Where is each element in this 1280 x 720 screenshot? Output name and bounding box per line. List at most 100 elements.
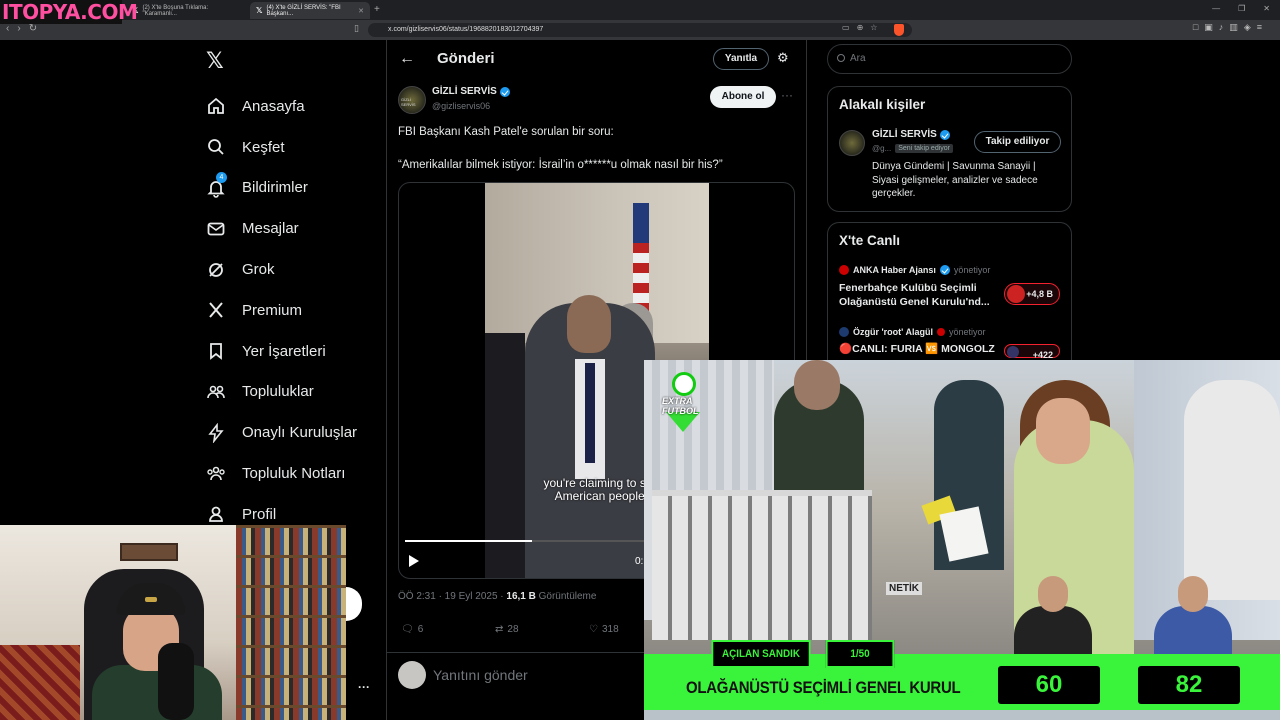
browser-tab-active[interactable]: 𝕏 (4) X'te GİZLİ SERVİS: "FBI Başkanı...… xyxy=(250,2,370,19)
ext-icon[interactable]: □ xyxy=(1193,22,1204,32)
stream-person xyxy=(1184,380,1280,600)
logo-text: EXTRA xyxy=(662,396,693,406)
comment-icon: 🗨 xyxy=(401,624,414,635)
sidebar-item-grok[interactable]: Grok xyxy=(206,249,357,290)
close-tab-icon[interactable]: ✕ xyxy=(358,7,364,15)
bookmark-page-icon[interactable]: ▯ xyxy=(354,23,359,34)
reply-button[interactable]: Yanıtla xyxy=(713,48,769,70)
nav-buttons: ‹ › ↻ xyxy=(6,23,37,34)
minimize-icon[interactable]: — xyxy=(1212,4,1220,13)
handle-text: @g... xyxy=(872,144,892,153)
author-handle[interactable]: @gizliservis06 xyxy=(432,101,490,111)
card-title: X'te Canlı xyxy=(839,233,900,248)
sidebar-item-label: Yer İşaretleri xyxy=(242,342,326,360)
live-listeners[interactable]: +4,8 B xyxy=(1004,283,1060,305)
search-input[interactable]: Ara xyxy=(827,44,1072,74)
live-host[interactable]: Özgür 'root' Alagül yönetiyor xyxy=(839,327,985,337)
candidate-body xyxy=(1154,606,1232,656)
back-nav-icon[interactable]: ‹ xyxy=(6,23,9,34)
forward-nav-icon[interactable]: › xyxy=(17,23,20,34)
more-icon[interactable]: ··· xyxy=(358,680,370,694)
video-person xyxy=(485,333,525,578)
subtitle-line: American people? xyxy=(554,489,652,503)
search-icon xyxy=(837,54,845,62)
itopya-logo: ITOPYA.COM xyxy=(0,0,138,24)
ext-icon[interactable]: ♪ xyxy=(1219,22,1230,32)
author-name[interactable]: GİZLİ SERVİS xyxy=(432,86,510,97)
user-avatar xyxy=(398,661,426,689)
sliders-icon[interactable]: ⚙ xyxy=(777,50,789,66)
live-badge-icon xyxy=(936,328,945,336)
video-progress-fill xyxy=(405,540,532,542)
score-left: 60 xyxy=(998,666,1100,704)
bookmark-icon xyxy=(210,343,222,361)
person-name[interactable]: GİZLİ SERVİS xyxy=(872,129,950,140)
follows-you-badge: Seni takip ediyor xyxy=(895,144,954,153)
views-label: Görüntüleme xyxy=(535,591,597,602)
repost-action[interactable]: ⇄ 28 xyxy=(495,624,589,635)
stream-sign: NETİK xyxy=(886,582,922,595)
more-icon[interactable]: ··· xyxy=(781,88,793,102)
reply-action[interactable]: 🗨 6 xyxy=(401,624,495,635)
brave-shield-icon[interactable] xyxy=(894,24,904,36)
new-tab-icon[interactable]: + xyxy=(374,4,380,15)
verified-badge-icon xyxy=(499,86,510,97)
sidebar-item-notifications[interactable]: 4 Bildirimler xyxy=(206,168,357,209)
notification-badge: 4 xyxy=(216,171,227,183)
heart-icon: ♡ xyxy=(589,624,598,635)
sidebar-item-explore[interactable]: Keşfet xyxy=(206,127,357,168)
maximize-icon[interactable]: ❐ xyxy=(1238,4,1245,13)
listener-count: +4,8 B xyxy=(1026,289,1053,299)
host-role: yönetiyor xyxy=(953,265,991,275)
live-title[interactable]: Fenerbahçe Kulübü Seçimli Olağanüstü Gen… xyxy=(839,282,999,309)
wallet-icon[interactable]: ◈ xyxy=(1244,22,1257,32)
sidebar-item-communities[interactable]: Topluluklar xyxy=(206,372,357,413)
sidebar-item-premium[interactable]: Premium xyxy=(206,290,357,331)
share-icon[interactable]: ▭ xyxy=(842,23,857,32)
sidebar-item-messages[interactable]: Mesajlar xyxy=(206,208,357,249)
url-input[interactable]: x.com/gizliservis06/status/1968820183012… xyxy=(368,23,912,37)
post-timestamp[interactable]: ÖÖ 2:31 · 19 Eyl 2025 · xyxy=(398,591,506,602)
host-avatar xyxy=(839,265,849,275)
grok-icon xyxy=(209,262,223,277)
back-arrow-icon[interactable]: ← xyxy=(399,50,415,68)
candidate-body xyxy=(1014,606,1092,656)
zoom-icon[interactable]: ⊕ xyxy=(857,23,871,32)
webcam-rug xyxy=(0,645,80,720)
menu-icon[interactable]: ≡ xyxy=(1257,22,1268,32)
account-switcher-edge[interactable] xyxy=(346,587,362,621)
ext-icon[interactable]: ▣ xyxy=(1204,22,1219,32)
sidebar-item-bookmarks[interactable]: Yer İşaretleri xyxy=(206,331,357,372)
sidebar-item-label: Anasayfa xyxy=(242,97,305,115)
bookmark-star-icon[interactable]: ☆ xyxy=(870,23,884,32)
live-title[interactable]: 🔴CANLI: FURIA 🆚 MONGOLZ xyxy=(839,343,999,357)
listener-avatar xyxy=(1007,346,1019,358)
screen: ITOPYA.COM 𝕏 (2) X'te Boşuna Tıklama: "K… xyxy=(0,0,1280,720)
candidate-photo-left xyxy=(1004,576,1100,656)
stream-woman-face xyxy=(1036,398,1090,464)
tab-label: (4) X'te GİZLİ SERVİS: "FBI Başkanı... xyxy=(266,4,341,17)
sidebar-item-home[interactable]: Anasayfa xyxy=(206,86,357,127)
x-logo-icon[interactable]: 𝕏 xyxy=(206,48,224,74)
sidebar-item-label: Grok xyxy=(242,261,275,279)
sidebar-icon[interactable]: ▥ xyxy=(1229,22,1244,32)
subscribe-button[interactable]: Abone ol xyxy=(710,86,776,108)
following-button[interactable]: Takip ediliyor xyxy=(974,131,1061,153)
person-avatar[interactable] xyxy=(839,130,865,156)
video-time: 0: xyxy=(635,556,644,567)
reload-icon[interactable]: ↻ xyxy=(29,23,37,34)
play-icon[interactable] xyxy=(409,555,419,567)
browser-tab[interactable]: 𝕏 (2) X'te Boşuna Tıklama: "Karamanlı... xyxy=(126,2,248,19)
reply-input[interactable]: Yanıtını gönder xyxy=(433,667,528,683)
live-host[interactable]: ANKA Haber Ajansı yönetiyor xyxy=(839,265,990,275)
communities-icon xyxy=(207,385,225,399)
person-handle: @g... Seni takip ediyor xyxy=(872,144,954,153)
extension-icons: □▣♪▥◈≡ xyxy=(1193,22,1268,33)
live-listeners[interactable]: +422 xyxy=(1004,344,1060,360)
repost-icon: ⇄ xyxy=(495,624,504,635)
author-avatar[interactable]: GİZLİ SERVİS xyxy=(398,86,426,114)
sidebar-item-verified-orgs[interactable]: Onaylı Kuruluşlar xyxy=(206,412,357,453)
sidebar-item-community-notes[interactable]: Topluluk Notları xyxy=(206,453,357,494)
close-window-icon[interactable]: ✕ xyxy=(1263,4,1270,13)
repost-count: 28 xyxy=(507,624,519,635)
